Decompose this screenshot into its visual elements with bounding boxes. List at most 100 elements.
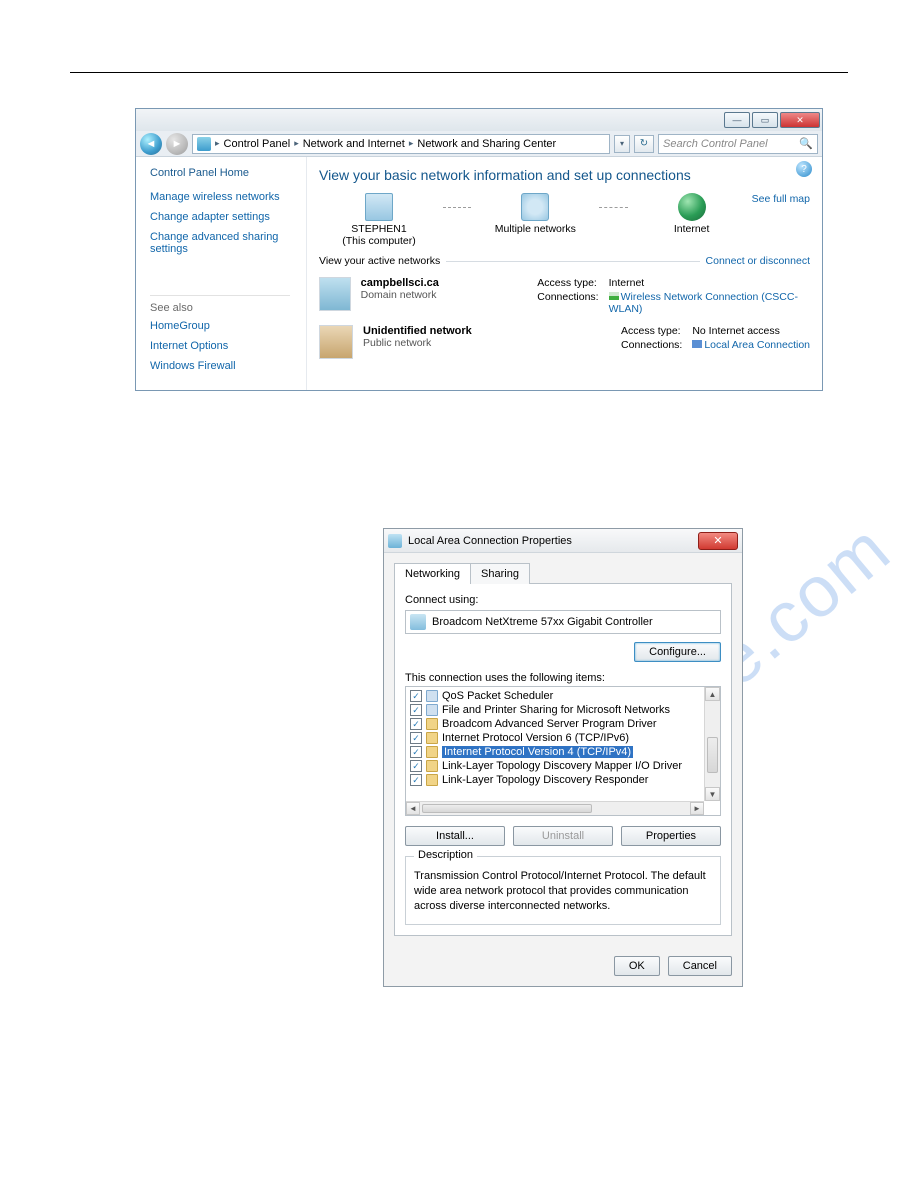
- adapter-name: Broadcom NetXtreme 57xx Gigabit Controll…: [432, 616, 653, 628]
- map-node-multiple: Multiple networks: [475, 193, 595, 235]
- scroll-thumb[interactable]: [707, 737, 718, 773]
- maximize-button[interactable]: ▭: [752, 112, 778, 128]
- forward-button[interactable]: ►: [166, 133, 188, 155]
- domain-network-icon: [319, 277, 351, 311]
- checkbox[interactable]: ✓: [410, 704, 422, 716]
- lan-properties-dialog: Local Area Connection Properties ✕ Netwo…: [383, 528, 743, 987]
- minimize-button[interactable]: —: [724, 112, 750, 128]
- tab-sharing[interactable]: Sharing: [470, 563, 530, 584]
- connect-disconnect-link[interactable]: Connect or disconnect: [706, 255, 810, 267]
- breadcrumb-dropdown[interactable]: ▾: [614, 135, 630, 153]
- checkbox[interactable]: ✓: [410, 718, 422, 730]
- checkbox[interactable]: ✓: [410, 760, 422, 772]
- control-panel-icon: [197, 137, 211, 151]
- sidebar-link[interactable]: Manage wireless networks: [150, 191, 306, 203]
- search-icon: 🔍: [799, 137, 813, 150]
- protocol-icon: [426, 774, 438, 786]
- help-icon[interactable]: ?: [796, 161, 812, 177]
- see-also-link[interactable]: HomeGroup: [150, 320, 306, 332]
- tab-networking[interactable]: Networking: [394, 563, 471, 584]
- sidebar-link[interactable]: Change adapter settings: [150, 211, 306, 223]
- scroll-down-button[interactable]: ▼: [705, 787, 720, 801]
- see-full-map-link[interactable]: See full map: [752, 193, 810, 205]
- close-button[interactable]: ✕: [780, 112, 820, 128]
- search-input[interactable]: Search Control Panel 🔍: [658, 134, 818, 154]
- list-item[interactable]: ✓ File and Printer Sharing for Microsoft …: [408, 703, 702, 717]
- nic-icon: [388, 534, 402, 548]
- address-bar: ◄ ► ▸ Control Panel ▸ Network and Intern…: [136, 131, 822, 157]
- list-item-label: Link-Layer Topology Discovery Mapper I/O…: [442, 760, 682, 772]
- breadcrumb-sep: ▸: [292, 138, 301, 149]
- list-item[interactable]: ✓ Internet Protocol Version 4 (TCP/IPv4): [408, 745, 702, 759]
- adapter-icon: [410, 614, 426, 630]
- dialog-footer: OK Cancel: [384, 946, 742, 986]
- signal-icon: [609, 292, 619, 300]
- scroll-up-button[interactable]: ▲: [705, 687, 720, 701]
- protocol-icon: [426, 746, 438, 758]
- back-button[interactable]: ◄: [140, 133, 162, 155]
- breadcrumb-item[interactable]: Control Panel: [224, 138, 291, 150]
- breadcrumb-item[interactable]: Network and Sharing Center: [417, 138, 556, 150]
- connections-label: Connections:: [537, 291, 598, 315]
- horizontal-scrollbar[interactable]: ◄ ►: [406, 801, 704, 815]
- checkbox[interactable]: ✓: [410, 732, 422, 744]
- access-type-value: No Internet access: [692, 325, 810, 337]
- refresh-button[interactable]: ↻: [634, 135, 654, 153]
- see-also-header: See also: [150, 295, 290, 314]
- map-node-this-pc: STEPHEN1 (This computer): [319, 193, 439, 247]
- breadcrumb-sep: ▸: [213, 138, 222, 149]
- connection-link[interactable]: Local Area Connection: [692, 339, 810, 351]
- ok-button[interactable]: OK: [614, 956, 660, 976]
- properties-button[interactable]: Properties: [621, 826, 721, 846]
- uninstall-button: Uninstall: [513, 826, 613, 846]
- list-item-label: Internet Protocol Version 6 (TCP/IPv6): [442, 732, 629, 744]
- scroll-left-button[interactable]: ◄: [406, 802, 420, 815]
- connect-using-label: Connect using:: [405, 594, 721, 606]
- list-item-label: Link-Layer Topology Discovery Responder: [442, 774, 648, 786]
- access-type-label: Access type:: [537, 277, 598, 289]
- list-item[interactable]: ✓ Link-Layer Topology Discovery Mapper I/…: [408, 759, 702, 773]
- connection-link[interactable]: Wireless Network Connection (CSCC-WLAN): [609, 291, 810, 315]
- list-item-label: QoS Packet Scheduler: [442, 690, 553, 702]
- see-also-link[interactable]: Internet Options: [150, 340, 306, 352]
- dialog-title: Local Area Connection Properties: [408, 535, 572, 547]
- list-item[interactable]: ✓ QoS Packet Scheduler: [408, 689, 702, 703]
- cancel-button[interactable]: Cancel: [668, 956, 732, 976]
- search-placeholder: Search Control Panel: [663, 138, 768, 150]
- close-button[interactable]: ✕: [698, 532, 738, 550]
- map-node-internet: Internet: [632, 193, 752, 235]
- scroll-thumb[interactable]: [422, 804, 592, 813]
- sidebar-link[interactable]: Change advanced sharing settings: [150, 231, 306, 255]
- checkbox[interactable]: ✓: [410, 774, 422, 786]
- scroll-right-button[interactable]: ►: [690, 802, 704, 815]
- install-button[interactable]: Install...: [405, 826, 505, 846]
- description-text: Transmission Control Protocol/Internet P…: [414, 869, 712, 914]
- list-item[interactable]: ✓ Broadcom Advanced Server Program Driver: [408, 717, 702, 731]
- checkbox[interactable]: ✓: [410, 746, 422, 758]
- map-connector: [599, 207, 627, 208]
- connection-link-text: Wireless Network Connection (CSCC-WLAN): [609, 291, 798, 315]
- list-item[interactable]: ✓ Link-Layer Topology Discovery Responder: [408, 773, 702, 787]
- configure-button[interactable]: Configure...: [634, 642, 721, 662]
- list-item-label: Internet Protocol Version 4 (TCP/IPv4): [442, 746, 633, 758]
- checkbox[interactable]: ✓: [410, 690, 422, 702]
- computer-sub: (This computer): [342, 235, 416, 247]
- network-subtitle: Domain network: [361, 289, 528, 301]
- control-panel-home-link[interactable]: Control Panel Home: [150, 167, 306, 179]
- vertical-scrollbar[interactable]: ▲ ▼: [704, 687, 720, 801]
- public-network-icon: [319, 325, 353, 359]
- protocol-icon: [426, 760, 438, 772]
- see-also-link[interactable]: Windows Firewall: [150, 360, 306, 372]
- items-list[interactable]: ✓ QoS Packet Scheduler ✓ File and Printer S…: [406, 687, 704, 801]
- connections-label: Connections:: [621, 339, 682, 351]
- service-icon: [426, 690, 438, 702]
- breadcrumb[interactable]: ▸ Control Panel ▸ Network and Internet ▸…: [192, 134, 610, 154]
- list-item-label: Broadcom Advanced Server Program Driver: [442, 718, 657, 730]
- list-item-label: File and Printer Sharing for Microsoft N…: [442, 704, 670, 716]
- breadcrumb-item[interactable]: Network and Internet: [303, 138, 405, 150]
- list-item[interactable]: ✓ Internet Protocol Version 6 (TCP/IPv6): [408, 731, 702, 745]
- main-content: ? View your basic network information an…: [306, 157, 822, 390]
- adapter-field[interactable]: Broadcom NetXtreme 57xx Gigabit Controll…: [405, 610, 721, 634]
- network-title: campbellsci.ca: [361, 277, 528, 289]
- tab-page-networking: Connect using: Broadcom NetXtreme 57xx G…: [394, 583, 732, 936]
